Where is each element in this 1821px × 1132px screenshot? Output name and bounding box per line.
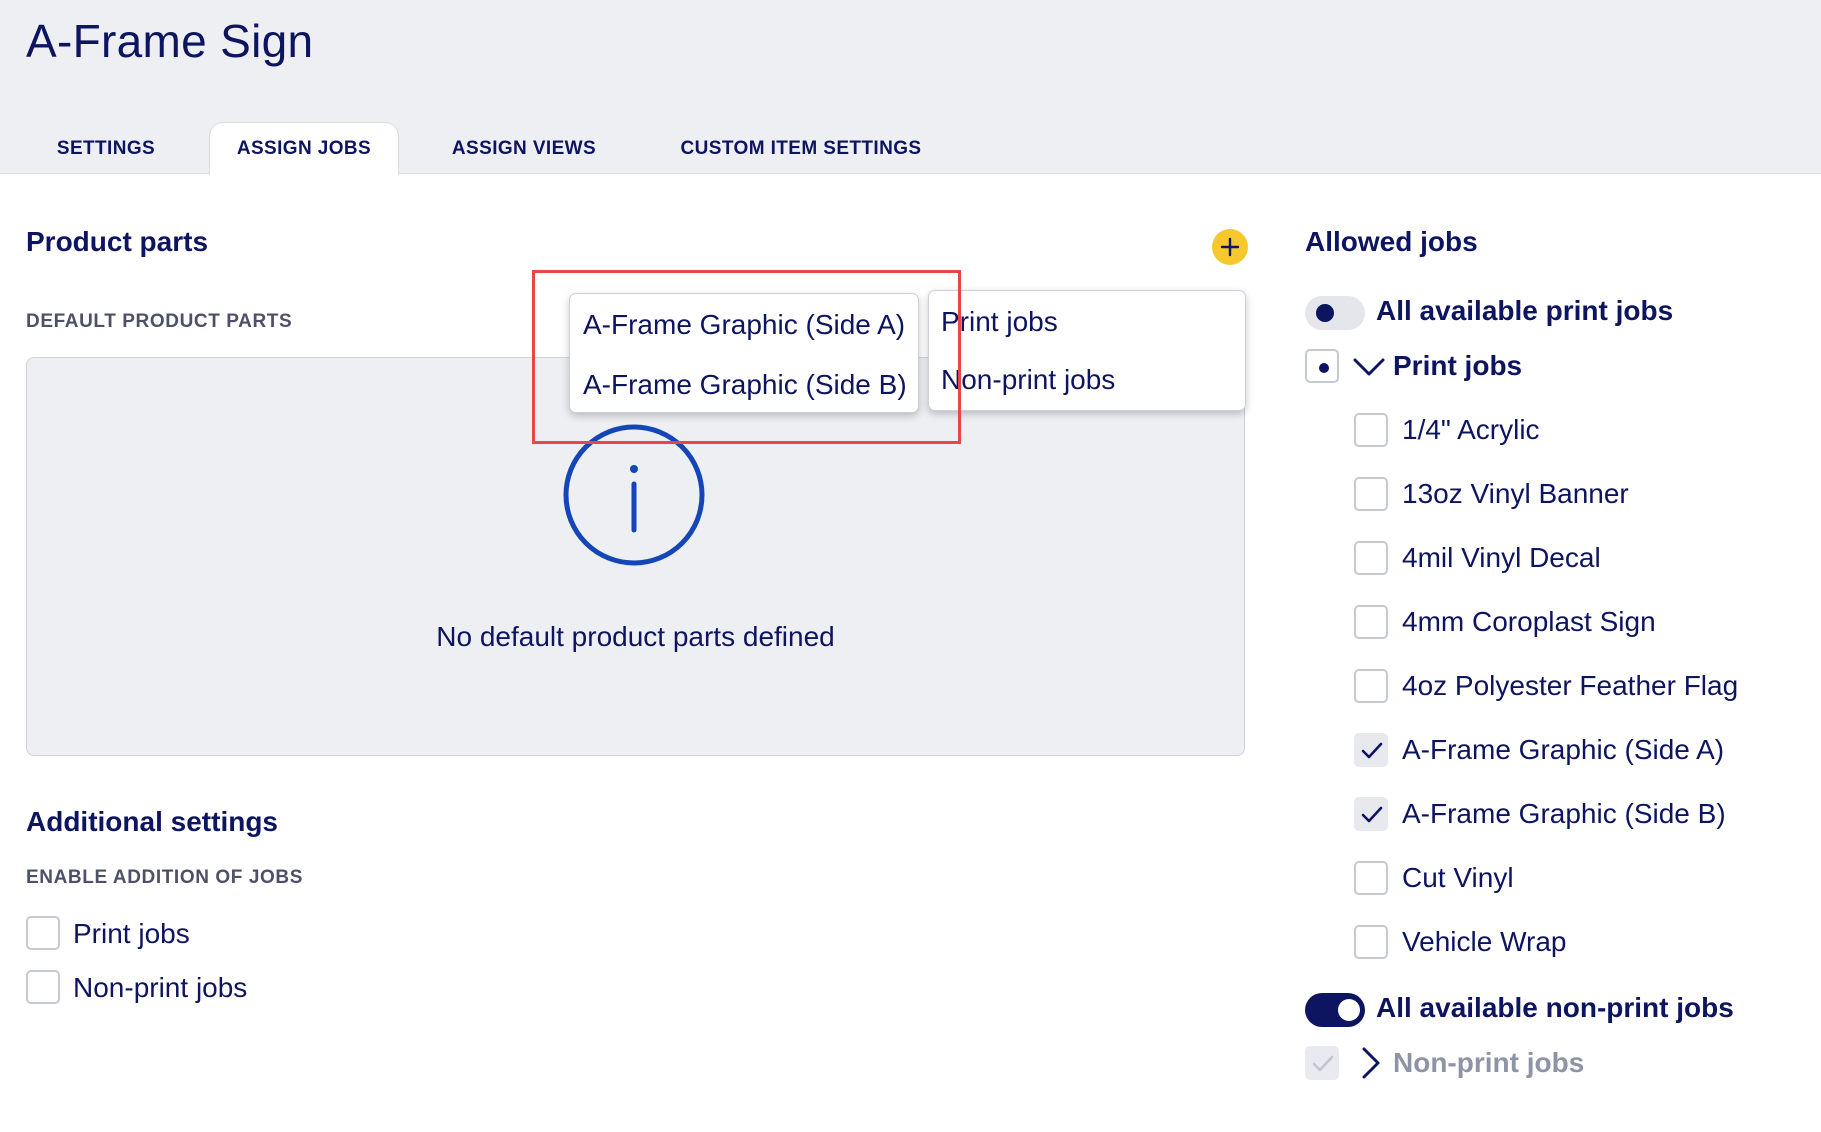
plus-icon: [1220, 237, 1240, 257]
enable-print-jobs-label: Print jobs: [73, 918, 190, 949]
enable-addition-label: ENABLE ADDITION OF JOBS: [26, 867, 303, 888]
job-label-side-b: A-Frame Graphic (Side B): [1402, 798, 1726, 829]
dropdown-item-non-print-jobs[interactable]: Non-print jobs: [941, 364, 1115, 396]
non-print-jobs-group-checkbox: [1305, 1046, 1339, 1080]
job-type-dropdown: Print jobs Non-print jobs: [928, 290, 1246, 411]
enable-non-print-jobs-checkbox[interactable]: [26, 970, 60, 1004]
tab-assign-jobs[interactable]: ASSIGN JOBS: [209, 122, 399, 175]
allowed-jobs-heading: Allowed jobs: [1305, 226, 1478, 257]
page-title: A-Frame Sign: [26, 15, 314, 67]
empty-state-text: No default product parts defined: [436, 621, 835, 652]
chevron-down-icon[interactable]: [1353, 357, 1385, 377]
all-non-print-jobs-label: All available non-print jobs: [1376, 992, 1734, 1023]
job-label-coroplast: 4mm Coroplast Sign: [1402, 606, 1656, 637]
job-label-vinyl-decal: 4mil Vinyl Decal: [1402, 542, 1601, 573]
job-label-acrylic: 1/4" Acrylic: [1402, 414, 1540, 445]
print-jobs-group-checkbox[interactable]: [1305, 349, 1339, 383]
all-non-print-jobs-toggle[interactable]: [1305, 993, 1365, 1027]
tab-settings[interactable]: SETTINGS: [28, 122, 184, 175]
job-checkbox-cut-vinyl[interactable]: [1354, 861, 1388, 895]
chevron-right-icon[interactable]: [1361, 1047, 1381, 1079]
job-checkbox-vinyl-decal[interactable]: [1354, 541, 1388, 575]
tab-custom-item-settings[interactable]: CUSTOM ITEM SETTINGS: [648, 122, 954, 175]
job-label-cut-vinyl: Cut Vinyl: [1402, 862, 1514, 893]
job-checkbox-vinyl-banner[interactable]: [1354, 477, 1388, 511]
checkmark-icon: [1361, 742, 1383, 759]
highlight-box: [532, 270, 961, 444]
default-product-parts-label: DEFAULT PRODUCT PARTS: [26, 311, 293, 332]
all-print-jobs-label: All available print jobs: [1376, 295, 1674, 326]
job-checkbox-acrylic[interactable]: [1354, 413, 1388, 447]
enable-non-print-jobs-label: Non-print jobs: [73, 972, 248, 1003]
tab-assign-views[interactable]: ASSIGN VIEWS: [422, 122, 626, 175]
add-product-part-button[interactable]: [1212, 229, 1248, 265]
job-checkbox-vehicle-wrap[interactable]: [1354, 925, 1388, 959]
checkmark-icon: [1361, 806, 1383, 823]
product-parts-heading: Product parts: [26, 226, 209, 257]
print-jobs-group-label: Print jobs: [1393, 350, 1523, 381]
page-header: A-Frame Sign SETTINGS ASSIGN JOBS ASSIGN…: [0, 0, 1821, 175]
job-checkbox-coroplast[interactable]: [1354, 605, 1388, 639]
job-label-vinyl-banner: 13oz Vinyl Banner: [1402, 478, 1629, 509]
all-print-jobs-toggle[interactable]: [1305, 296, 1365, 330]
job-label-side-a: A-Frame Graphic (Side A): [1402, 734, 1725, 765]
checkmark-icon: [1312, 1055, 1334, 1072]
non-print-jobs-group-label: Non-print jobs: [1393, 1047, 1585, 1078]
additional-settings-heading: Additional settings: [26, 806, 278, 837]
job-label-feather-flag: 4oz Polyester Feather Flag: [1402, 670, 1739, 701]
job-checkbox-side-b[interactable]: [1354, 797, 1388, 831]
enable-print-jobs-checkbox[interactable]: [26, 916, 60, 950]
info-icon: [563, 424, 705, 566]
job-label-vehicle-wrap: Vehicle Wrap: [1402, 926, 1567, 957]
job-checkbox-feather-flag[interactable]: [1354, 669, 1388, 703]
job-checkbox-side-a[interactable]: [1354, 733, 1388, 767]
